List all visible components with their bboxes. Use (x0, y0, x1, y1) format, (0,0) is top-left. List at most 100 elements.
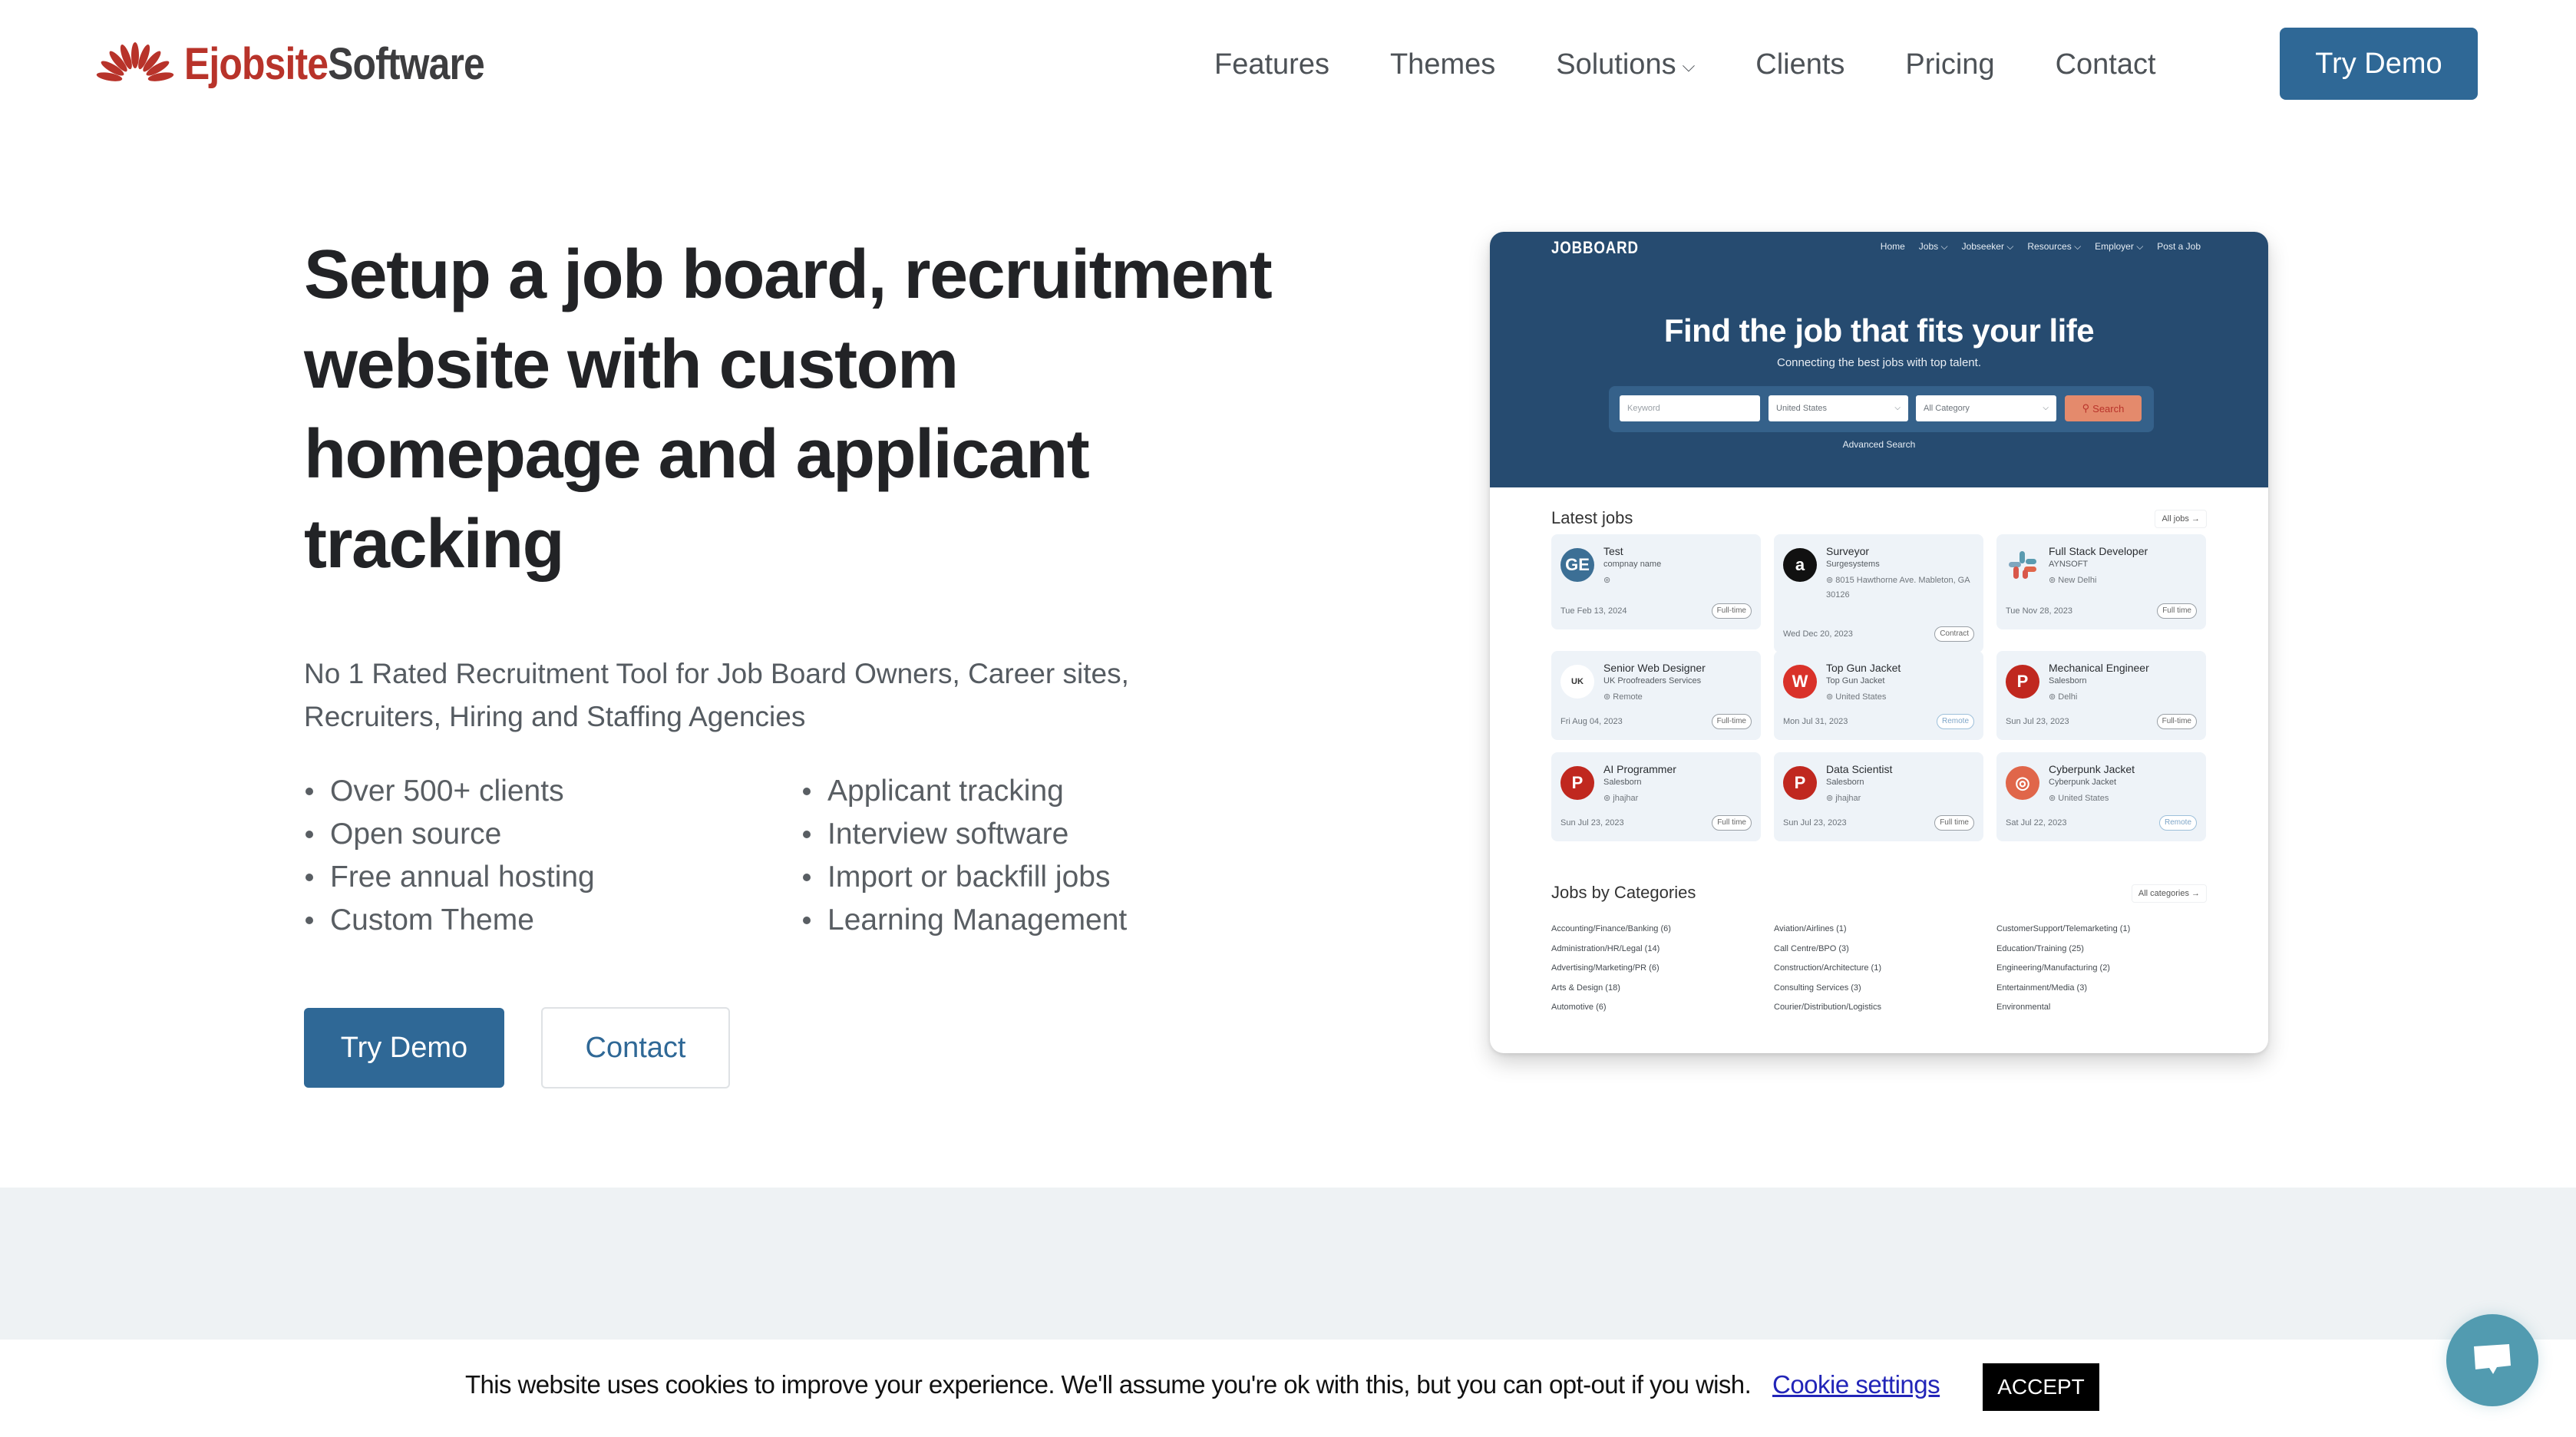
bullet-icon (305, 831, 313, 838)
location-pin-icon: ⊚ (1826, 794, 1836, 803)
job-company: compnay name (1603, 560, 1662, 569)
brand-logo[interactable]: EjobsiteSoftware (94, 37, 533, 91)
job-type-badge: Full time (1712, 815, 1752, 831)
job-location: ⊚ United States (1826, 692, 1887, 702)
job-location: ⊚ United States (2049, 794, 2109, 803)
job-location: ⊚ jhajhar (1603, 794, 1639, 803)
location-pin-icon: ⊚ (1603, 692, 1613, 702)
bullet-icon (803, 917, 811, 924)
category-item: Environmental (1996, 1003, 2051, 1012)
job-date: Sun Jul 23, 2023 (1783, 818, 1847, 828)
job-type-badge: Remote (2158, 815, 2197, 831)
amazon-logo-icon: a (1783, 548, 1817, 582)
preview-search-button: ⚲ Search (2065, 395, 2142, 421)
category-item: Courier/Distribution/Logistics (1774, 1003, 1881, 1012)
category-item: CustomerSupport/Telemarketing (1) (1996, 924, 2131, 933)
next-section-band (0, 1188, 2576, 1341)
nav-item-themes[interactable]: Themes (1390, 48, 1495, 81)
job-company: Salesborn (1826, 778, 1864, 787)
nav-item-pricing[interactable]: Pricing (1905, 48, 1994, 81)
preview-search-bar: Keyword United States ⌵ All Category ⌵ ⚲ Se… (1609, 386, 2154, 432)
chevron-down-icon: ⌵ (1894, 404, 1901, 412)
job-location: ⊚ New Delhi (2049, 576, 2097, 585)
job-title: Mechanical Engineer (2049, 662, 2149, 674)
category-item: Advertising/Marketing/PR (6) (1551, 963, 1660, 973)
nav-item-clients[interactable]: Clients (1755, 48, 1844, 81)
job-company: Salesborn (1603, 778, 1642, 787)
preview-job-card: P AI Programmer Salesborn ⊚ jhajhar Sun Jul … (1551, 752, 1761, 841)
cookie-message: This website uses cookies to improve you… (465, 1370, 1752, 1399)
preview-job-card: Full Stack Developer AYNSOFT ⊚ New Delhi Tu… (1996, 534, 2206, 629)
feature-item: Interview software (801, 813, 1299, 856)
job-type-badge: Contract (1934, 626, 1974, 642)
bullet-icon (803, 874, 811, 881)
try-demo-button[interactable]: Try Demo (304, 1008, 504, 1088)
category-item: Construction/Architecture (1) (1774, 963, 1881, 973)
preview-nav-item: Jobseeker ⌵ (1961, 241, 2014, 252)
try-demo-nav-button[interactable]: Try Demo (2280, 28, 2478, 100)
feature-item: Custom Theme (304, 899, 801, 942)
job-date: Wed Dec 20, 2023 (1783, 629, 1853, 639)
feature-item: Applicant tracking (801, 770, 1299, 813)
preview-subtitle: Connecting the best jobs with top talent… (1776, 356, 1981, 369)
preview-brand: JOBBOARD (1551, 238, 1639, 257)
category-column: Aviation/Airlines (1) Call Centre/BPO (3… (1774, 920, 1881, 1018)
job-type-badge: Full-time (2156, 714, 2197, 729)
chat-button[interactable] (2446, 1314, 2538, 1406)
preview-latest-jobs-title: Latest jobs (1551, 508, 1633, 527)
category-item: Aviation/Airlines (1) (1774, 924, 1847, 933)
job-location: ⊚ (1603, 573, 1757, 588)
preview-nav-item: Resources ⌵ (2027, 241, 2082, 252)
chevron-down-icon: ⌵ (2043, 404, 2049, 412)
nav-item-features[interactable]: Features (1214, 48, 1329, 81)
cookie-accept-button[interactable]: ACCEPT (1983, 1363, 2099, 1411)
nav-item-contact[interactable]: Contact (2056, 48, 2156, 81)
job-location: ⊚ 8015 Hawthorne Ave. Mableton, GA 30126 (1826, 576, 1970, 600)
location-pin-icon: ⊚ (2049, 692, 2059, 702)
search-icon: ⚲ (2082, 402, 2090, 414)
category-item: Entertainment/Media (3) (1996, 983, 2087, 993)
bullet-icon (305, 917, 313, 924)
bullet-icon (803, 831, 811, 838)
feature-item: Learning Management (801, 899, 1299, 942)
contact-button[interactable]: Contact (541, 1007, 730, 1088)
job-title: Surveyor (1826, 545, 1870, 557)
category-item: Accounting/Finance/Banking (6) (1551, 924, 1671, 933)
pinterest-logo-icon: P (2006, 665, 2039, 699)
feature-item: Open source (304, 813, 801, 856)
job-title: Full Stack Developer (2049, 545, 2148, 557)
chat-bubble-icon (2474, 1344, 2511, 1374)
job-date: Sat Jul 22, 2023 (2006, 818, 2067, 828)
pinterest-logo-icon: P (1560, 766, 1594, 800)
job-title: Senior Web Designer (1603, 662, 1706, 674)
nav-item-solutions[interactable]: Solutions ⌵ (1556, 48, 1695, 81)
job-title: Test (1603, 545, 1623, 557)
preview-job-card: W Top Gun Jacket Top Gun Jacket ⊚ United St… (1774, 651, 1983, 740)
feature-item: Over 500+ clients (304, 770, 801, 813)
feature-item: Import or backfill jobs (801, 856, 1299, 899)
job-date: Fri Aug 04, 2023 (1560, 717, 1623, 726)
job-company: Top Gun Jacket (1826, 676, 1885, 685)
slack-logo-icon (2006, 548, 2039, 582)
category-item: Engineering/Manufacturing (2) (1996, 963, 2110, 973)
category-column: Accounting/Finance/Banking (6) Administr… (1551, 920, 1671, 1018)
preview-all-categories-link: All categories → (2131, 884, 2207, 903)
job-type-badge: Full time (1934, 815, 1974, 831)
job-type-badge: Full-time (1711, 603, 1752, 619)
cookie-settings-link[interactable]: Cookie settings (1772, 1370, 1940, 1399)
location-pin-icon: ⊚ (1826, 576, 1836, 585)
pinterest-logo-icon: P (1783, 766, 1817, 800)
job-location: ⊚ Delhi (2049, 692, 2078, 702)
job-type-badge: Full-time (1711, 714, 1752, 729)
location-pin-icon: ⊚ (2049, 794, 2059, 803)
category-item: Consulting Services (3) (1774, 983, 1861, 993)
preview-nav-item: Post a Job (2157, 241, 2201, 252)
category-item: Administration/HR/Legal (14) (1551, 943, 1660, 953)
preview-all-jobs-link: All jobs → (2155, 510, 2207, 528)
preview-header: JOBBOARD Home Jobs ⌵ Jobseeker ⌵ Resourc… (1490, 232, 2268, 487)
preview-title: Find the job that fits your life (1663, 312, 2095, 349)
preview-keyword-field: Keyword (1620, 395, 1760, 421)
category-item: Arts & Design (18) (1551, 983, 1620, 993)
preview-nav: Home Jobs ⌵ Jobseeker ⌵ Resources ⌵ Empl… (1881, 241, 2201, 253)
job-company: Surgesystems (1826, 560, 1880, 569)
